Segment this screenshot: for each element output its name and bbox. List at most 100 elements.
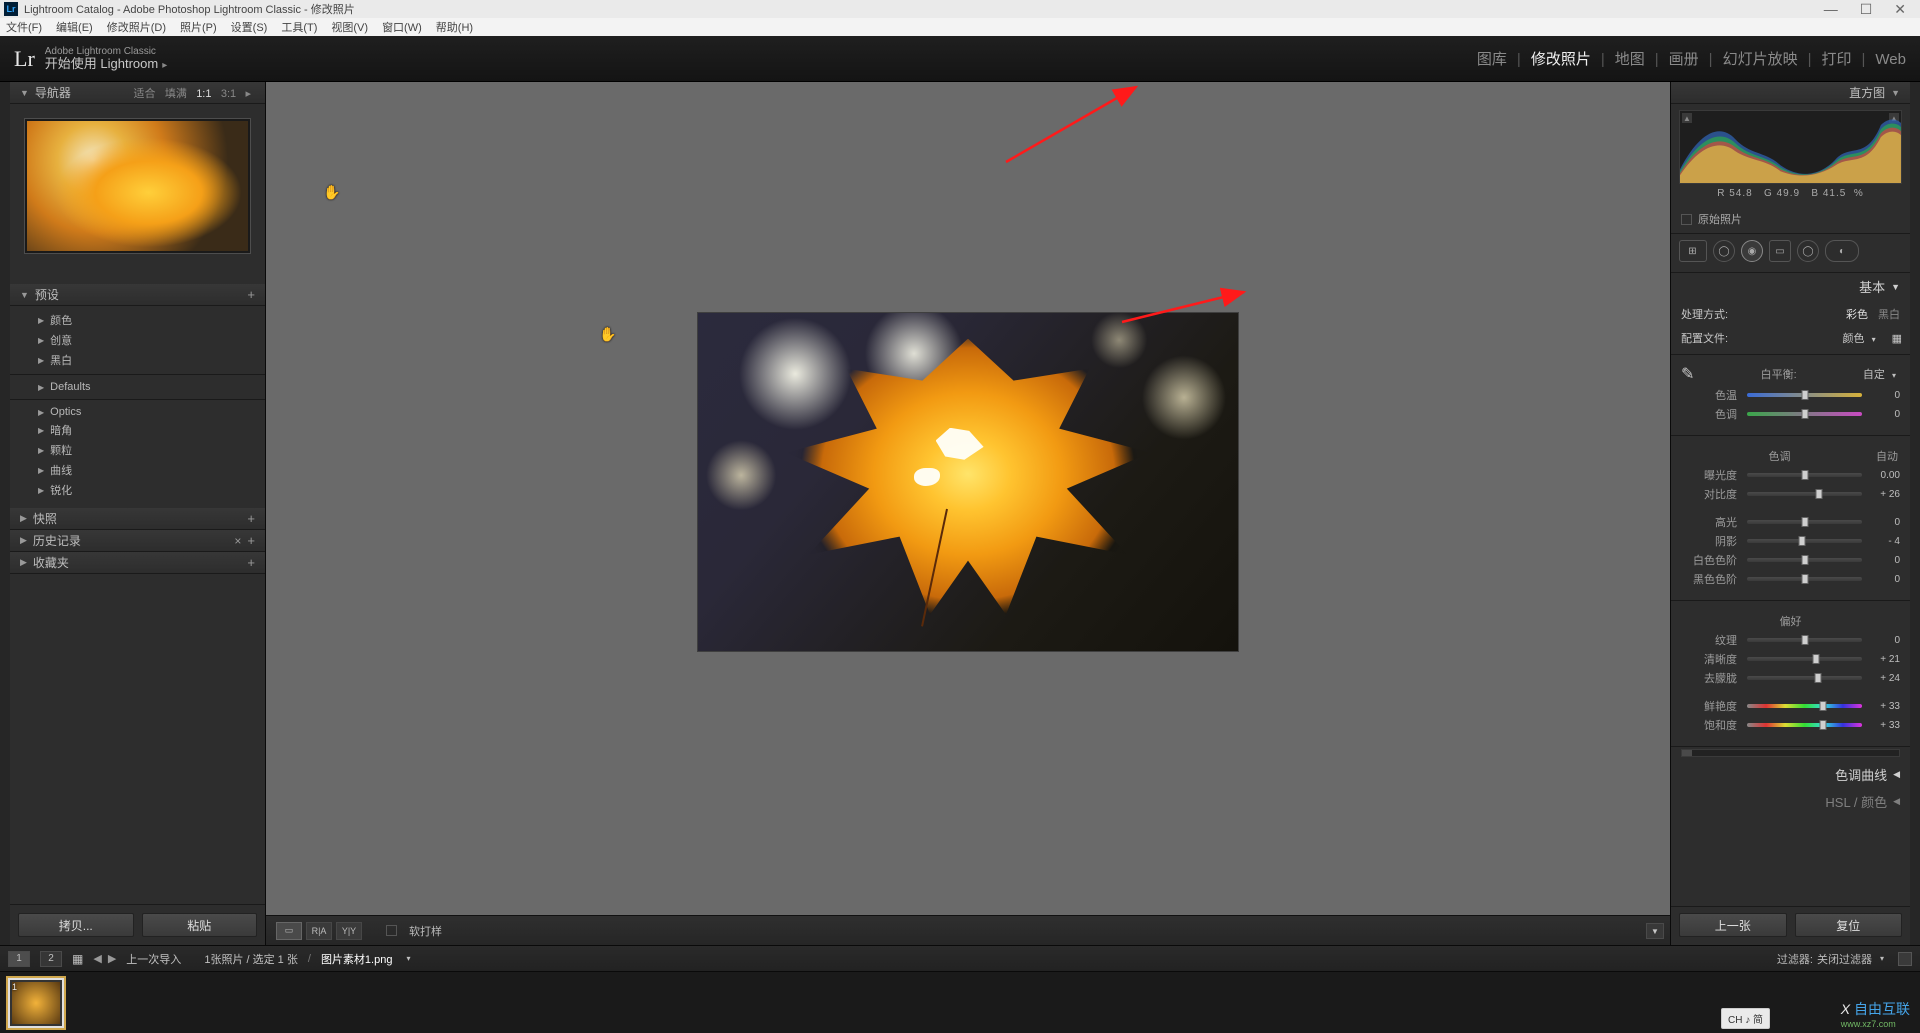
- reset-button[interactable]: 复位: [1795, 913, 1903, 937]
- menu-edit[interactable]: 编辑(E): [56, 19, 93, 35]
- window-minimize-icon[interactable]: —: [1824, 1, 1838, 18]
- original-checkbox[interactable]: [1681, 214, 1692, 225]
- nav-next-icon[interactable]: ▶: [108, 952, 116, 965]
- vibrance-slider[interactable]: [1747, 704, 1862, 708]
- menu-help[interactable]: 帮助(H): [436, 19, 473, 35]
- loupe-view-button[interactable]: ▭: [276, 922, 302, 940]
- nav-prev-icon[interactable]: ◀: [93, 952, 101, 965]
- source-label[interactable]: 上一次导入: [126, 951, 181, 967]
- navigator-header[interactable]: ▼ 导航器 适合 填满 1:1 3:1 ▸: [10, 82, 265, 104]
- preset-group[interactable]: ▶颜色: [10, 310, 265, 330]
- history-header[interactable]: ▶ 历史记录 × +: [10, 530, 265, 552]
- add-collection-icon[interactable]: +: [247, 555, 255, 570]
- module-map[interactable]: 地图: [1615, 48, 1645, 69]
- spot-removal-tool-icon[interactable]: ◯: [1713, 240, 1735, 262]
- grid-view-icon[interactable]: ▦: [72, 952, 83, 966]
- filter-dropdown[interactable]: 关闭过滤器: [1817, 951, 1872, 967]
- navigator-preview[interactable]: [10, 104, 265, 284]
- treatment-color[interactable]: 彩色: [1846, 306, 1868, 322]
- texture-slider[interactable]: [1747, 638, 1862, 642]
- preset-group[interactable]: ▶锐化: [10, 480, 265, 500]
- window-maximize-icon[interactable]: ☐: [1860, 1, 1873, 18]
- tone-curve-header[interactable]: 色调曲线 ◀: [1671, 761, 1910, 788]
- menu-view[interactable]: 视图(V): [331, 19, 368, 35]
- menu-window[interactable]: 窗口(W): [382, 19, 422, 35]
- chevron-down-icon[interactable]: ▾: [406, 954, 410, 963]
- module-print[interactable]: 打印: [1822, 48, 1852, 69]
- whites-slider[interactable]: [1747, 558, 1862, 562]
- exposure-slider[interactable]: [1747, 473, 1862, 477]
- saturation-slider[interactable]: [1747, 723, 1862, 727]
- canvas-area[interactable]: ✋ ✋: [266, 82, 1670, 915]
- module-develop[interactable]: 修改照片: [1531, 48, 1591, 69]
- adjustment-brush-tool-icon[interactable]: ◐: [1825, 240, 1859, 262]
- radial-filter-tool-icon[interactable]: ◯: [1797, 240, 1819, 262]
- profile-value[interactable]: 颜色 ▾: [1843, 330, 1880, 346]
- menu-settings[interactable]: 设置(S): [231, 19, 268, 35]
- menu-photo[interactable]: 照片(P): [180, 19, 217, 35]
- profile-browser-icon[interactable]: ▦: [1892, 332, 1900, 345]
- brand-getting-started[interactable]: 开始使用 Lightroom▸: [45, 57, 167, 71]
- graduated-filter-tool-icon[interactable]: ▭: [1769, 240, 1791, 262]
- preset-group[interactable]: ▶创意: [10, 330, 265, 350]
- filmstrip[interactable]: 1 CH ♪ 简 X 自由互联 www.xz7.com: [0, 971, 1920, 1033]
- reference-view-button[interactable]: Y|Y: [336, 922, 362, 940]
- chevron-right-icon: ▸: [245, 88, 251, 100]
- module-web[interactable]: Web: [1875, 51, 1906, 68]
- add-preset-icon[interactable]: +: [247, 287, 255, 302]
- module-library[interactable]: 图库: [1477, 48, 1507, 69]
- left-panel-toggle[interactable]: [0, 82, 10, 945]
- filter-lock-icon[interactable]: [1898, 952, 1912, 966]
- menu-develop[interactable]: 修改照片(D): [107, 19, 166, 35]
- filmstrip-thumbnail[interactable]: 1: [8, 978, 64, 1028]
- copy-settings-button[interactable]: 拷贝...: [18, 913, 134, 937]
- secondary-display-2[interactable]: 2: [40, 951, 62, 967]
- add-icon[interactable]: +: [247, 533, 255, 548]
- histogram-header[interactable]: 直方图 ▼: [1671, 82, 1910, 104]
- presets-header[interactable]: ▼ 预设 +: [10, 284, 265, 306]
- histogram[interactable]: ▲ ▲: [1679, 110, 1902, 184]
- menu-tools[interactable]: 工具(T): [281, 19, 317, 35]
- preset-group[interactable]: ▶Defaults: [10, 379, 265, 395]
- preset-group[interactable]: ▶黑白: [10, 350, 265, 370]
- hsl-header[interactable]: HSL / 颜色 ◀: [1671, 788, 1910, 815]
- menu-file[interactable]: 文件(F): [6, 19, 42, 35]
- window-close-icon[interactable]: ✕: [1894, 1, 1906, 18]
- photo-preview[interactable]: [698, 313, 1238, 651]
- view-toolbar: ▭ R|A Y|Y 软打样 ▼: [266, 915, 1670, 945]
- collections-header[interactable]: ▶ 收藏夹 +: [10, 552, 265, 574]
- basic-panel-header[interactable]: 基本 ▼: [1671, 273, 1910, 300]
- secondary-display-1[interactable]: 1: [8, 951, 30, 967]
- contrast-slider[interactable]: [1747, 492, 1862, 496]
- preset-group[interactable]: ▶曲线: [10, 460, 265, 480]
- blacks-slider[interactable]: [1747, 577, 1862, 581]
- toolbar-menu-icon[interactable]: ▼: [1646, 923, 1664, 939]
- before-after-button[interactable]: R|A: [306, 922, 332, 940]
- preset-group[interactable]: ▶Optics: [10, 404, 265, 420]
- tint-slider[interactable]: [1747, 412, 1862, 416]
- add-snapshot-icon[interactable]: +: [247, 511, 255, 526]
- paste-settings-button[interactable]: 粘贴: [142, 913, 258, 937]
- redeye-tool-icon[interactable]: ◉: [1741, 240, 1763, 262]
- clarity-slider[interactable]: [1747, 657, 1862, 661]
- softproof-checkbox[interactable]: [386, 925, 397, 936]
- panel-scrollbar[interactable]: [1681, 749, 1900, 757]
- highlights-slider[interactable]: [1747, 520, 1862, 524]
- temperature-slider[interactable]: [1747, 393, 1862, 397]
- right-panel-toggle[interactable]: [1910, 82, 1920, 945]
- treatment-bw[interactable]: 黑白: [1878, 306, 1900, 322]
- navigator-zoom-options[interactable]: 适合 填满 1:1 3:1 ▸: [128, 85, 256, 101]
- dehaze-slider[interactable]: [1747, 676, 1862, 680]
- previous-photo-button[interactable]: 上一张: [1679, 913, 1787, 937]
- shadows-slider[interactable]: [1747, 539, 1862, 543]
- wb-mode-dropdown[interactable]: 自定 ▾: [1863, 366, 1900, 382]
- eyedropper-icon[interactable]: ✎: [1681, 364, 1694, 384]
- clear-history-icon[interactable]: ×: [234, 534, 241, 548]
- snapshots-header[interactable]: ▶ 快照 +: [10, 508, 265, 530]
- preset-group[interactable]: ▶颗粒: [10, 440, 265, 460]
- crop-tool-icon[interactable]: ⊞: [1679, 240, 1707, 262]
- module-book[interactable]: 画册: [1669, 48, 1699, 69]
- auto-tone-button[interactable]: 自动: [1876, 448, 1898, 464]
- preset-group[interactable]: ▶暗角: [10, 420, 265, 440]
- module-slideshow[interactable]: 幻灯片放映: [1723, 48, 1798, 69]
